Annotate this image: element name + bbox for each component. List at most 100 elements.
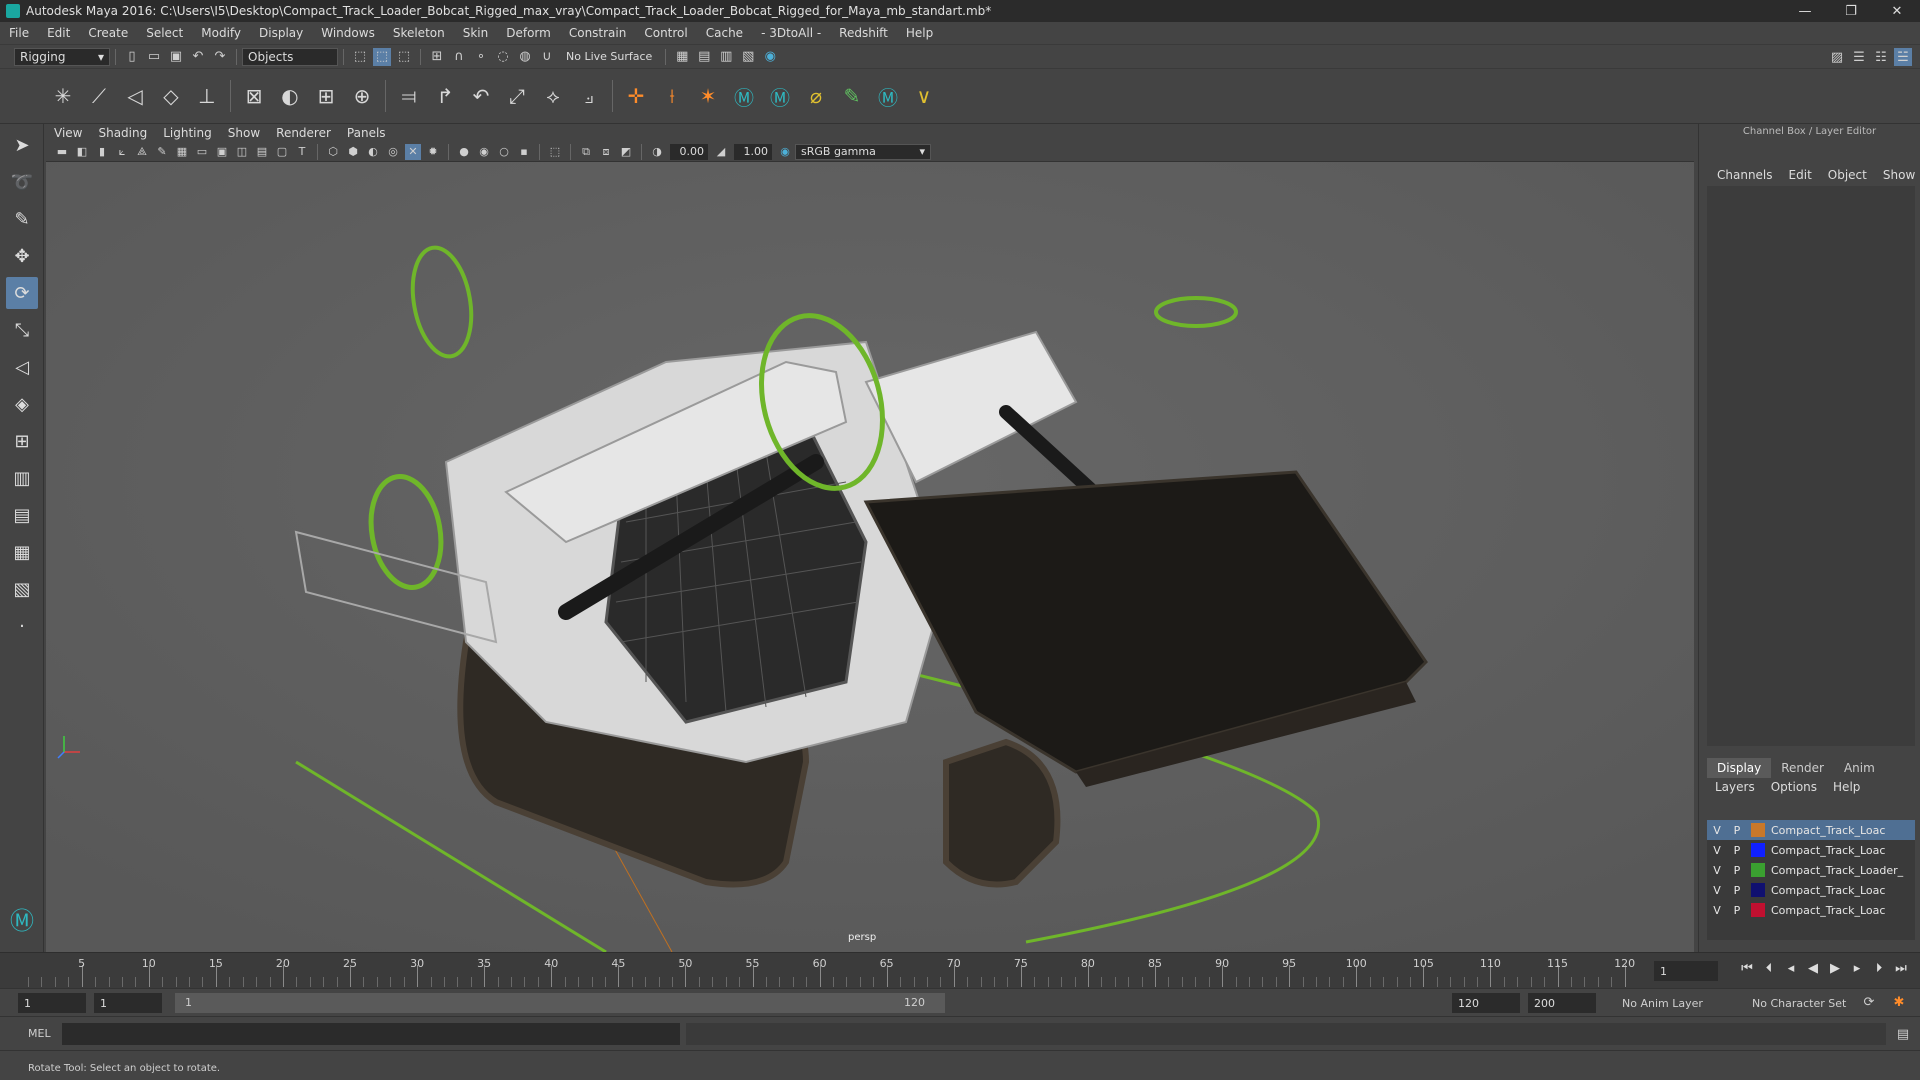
set-driven-key-icon[interactable]: ⟊ <box>656 80 688 112</box>
playback-toggle[interactable]: P <box>1727 844 1747 857</box>
aim-constraint-icon[interactable]: ↱ <box>429 80 461 112</box>
menu-display[interactable]: Display <box>250 26 312 40</box>
colorspace-dropdown[interactable]: sRGB gamma ▾ <box>795 143 931 160</box>
new-scene-icon[interactable]: ▯ <box>123 48 141 66</box>
cluster-icon[interactable]: ⊕ <box>346 80 378 112</box>
step-forward-key-icon[interactable]: ⏵ <box>1868 961 1890 976</box>
color-management-icon[interactable]: ◉ <box>777 144 793 160</box>
ambient-occlusion-icon[interactable]: ◉ <box>476 144 492 160</box>
snap-surface-icon[interactable]: ◍ <box>516 48 534 66</box>
four-view-icon[interactable]: ⊞ <box>6 425 38 457</box>
menu-modify[interactable]: Modify <box>192 26 250 40</box>
ik-handle-icon[interactable]: ⟋ <box>83 80 115 112</box>
render-view-icon[interactable]: ▦ <box>673 48 691 66</box>
anim-prefs-icon[interactable]: ✱ <box>1890 993 1908 1011</box>
character-icon[interactable]: Ⓜ <box>764 80 796 112</box>
camera-select-icon[interactable]: ▬ <box>54 144 70 160</box>
persp-outliner-icon[interactable]: ▥ <box>6 462 38 494</box>
menu-skeleton[interactable]: Skeleton <box>384 26 454 40</box>
single-view-icon[interactable]: ◈ <box>6 388 38 420</box>
hik-icon[interactable]: Ⓜ <box>728 80 760 112</box>
paint-weights-icon[interactable]: ◐ <box>274 80 306 112</box>
panel-menu-panels[interactable]: Panels <box>339 126 394 140</box>
camera-attr-icon[interactable]: ◧ <box>74 144 90 160</box>
play-back-icon[interactable]: ◀ <box>1802 961 1824 976</box>
menu-select[interactable]: Select <box>137 26 192 40</box>
maximize-button[interactable]: ❐ <box>1828 0 1874 22</box>
snap-view-icon[interactable]: ◌ <box>494 48 512 66</box>
mash-icon[interactable]: Ⓜ <box>872 80 904 112</box>
anim-layer-dropdown[interactable]: No Anim Layer <box>1622 997 1703 1010</box>
render-current-icon[interactable]: ▤ <box>695 48 713 66</box>
save-scene-icon[interactable]: ▣ <box>167 48 185 66</box>
menu-deform[interactable]: Deform <box>497 26 560 40</box>
menu-edit[interactable]: Edit <box>38 26 79 40</box>
backface-icon[interactable]: ◩ <box>618 144 634 160</box>
smooth-shade-icon[interactable]: ⬢ <box>345 144 361 160</box>
attribute-editor-icon[interactable]: ☰ <box>1850 48 1868 66</box>
le-menu-options[interactable]: Options <box>1763 780 1825 794</box>
le-menu-layers[interactable]: Layers <box>1707 780 1763 794</box>
insert-joint-icon[interactable]: ◇ <box>155 80 187 112</box>
playback-toggle[interactable]: P <box>1727 884 1747 897</box>
menu-file[interactable]: File <box>0 26 38 40</box>
command-input[interactable] <box>62 1023 680 1045</box>
safe-title-icon[interactable]: T <box>294 144 310 160</box>
start-time-field[interactable]: 1 <box>18 993 86 1013</box>
gamma-field[interactable]: 1.00 <box>734 143 772 160</box>
layer-color-swatch[interactable] <box>1751 823 1765 837</box>
time-slider[interactable]: 5 10 15 20 25 30 35 40 45 50 55 60 65 70 75 80 85 90 95 100… <box>0 952 1920 988</box>
command-language[interactable]: MEL <box>28 1027 51 1040</box>
panel-menu-show[interactable]: Show <box>220 126 268 140</box>
panel-menu-renderer[interactable]: Renderer <box>268 126 339 140</box>
visibility-toggle[interactable]: V <box>1707 884 1727 897</box>
step-back-key-icon[interactable]: ⏴ <box>1758 961 1780 976</box>
tool-settings-icon[interactable]: ☷ <box>1872 48 1890 66</box>
menu-3dtoall[interactable]: - 3DtoAll - <box>752 26 830 40</box>
menu-skin[interactable]: Skin <box>454 26 498 40</box>
end-time-field[interactable]: 200 <box>1528 993 1596 1013</box>
select-mode-dropdown[interactable]: Objects <box>242 47 338 66</box>
ik-spline-icon[interactable]: ◁ <box>119 80 151 112</box>
exposure-field[interactable]: 0.00 <box>670 143 708 160</box>
layer-row[interactable]: V P Compact_Track_Loac <box>1707 900 1915 920</box>
step-forward-frame-icon[interactable]: ▸ <box>1846 961 1868 976</box>
live-surface-label[interactable]: No Live Surface <box>566 50 652 63</box>
menu-help[interactable]: Help <box>897 26 942 40</box>
two-d-pan-icon[interactable]: ⟁ <box>134 144 150 160</box>
resolution-gate-icon[interactable]: ▣ <box>214 144 230 160</box>
go-to-start-icon[interactable]: ⏮ <box>1736 961 1758 976</box>
orient-constraint-icon[interactable]: ↶ <box>465 80 497 112</box>
playback-end-field[interactable]: 120 <box>1452 993 1520 1013</box>
grease-pencil-icon[interactable]: ✎ <box>154 144 170 160</box>
snap-point-icon[interactable]: ∘ <box>472 48 490 66</box>
menu-constrain[interactable]: Constrain <box>560 26 636 40</box>
custom-layout-icon[interactable]: · <box>6 610 38 642</box>
playback-toggle[interactable]: P <box>1727 864 1747 877</box>
outliner-layout-icon[interactable]: ▧ <box>6 573 38 605</box>
menu-control[interactable]: Control <box>635 26 696 40</box>
textured-icon[interactable]: ◎ <box>385 144 401 160</box>
select-hierarchy-icon[interactable]: ⬚ <box>351 48 369 66</box>
xray-icon[interactable]: ✕ <box>405 143 421 160</box>
motion-blur-icon[interactable]: ○ <box>496 144 512 160</box>
render-settings-icon[interactable]: ▧ <box>739 48 757 66</box>
parent-constraint-icon[interactable]: ⟡ <box>537 80 569 112</box>
select-component-icon[interactable]: ⬚ <box>395 48 413 66</box>
safe-action-icon[interactable]: ▢ <box>274 144 290 160</box>
step-back-frame-icon[interactable]: ◂ <box>1780 961 1802 976</box>
undo-icon[interactable]: ↶ <box>189 48 207 66</box>
film-gate-icon[interactable]: ▭ <box>194 144 210 160</box>
perspective-viewport[interactable]: persp <box>46 162 1694 952</box>
menu-windows[interactable]: Windows <box>312 26 384 40</box>
menu-redshift[interactable]: Redshift <box>830 26 897 40</box>
cb-menu-channels[interactable]: Channels <box>1709 168 1781 182</box>
gamma-icon[interactable]: ◢ <box>713 144 729 160</box>
blendshape-icon[interactable]: ✎ <box>836 80 868 112</box>
scale-constraint-icon[interactable]: ⤢ <box>501 80 533 112</box>
panel-menu-lighting[interactable]: Lighting <box>155 126 220 140</box>
select-tool-icon[interactable]: ➤ <box>6 129 38 161</box>
move-tool-icon[interactable]: ✥ <box>6 240 38 272</box>
cb-menu-object[interactable]: Object <box>1820 168 1875 182</box>
layer-color-swatch[interactable] <box>1751 883 1765 897</box>
